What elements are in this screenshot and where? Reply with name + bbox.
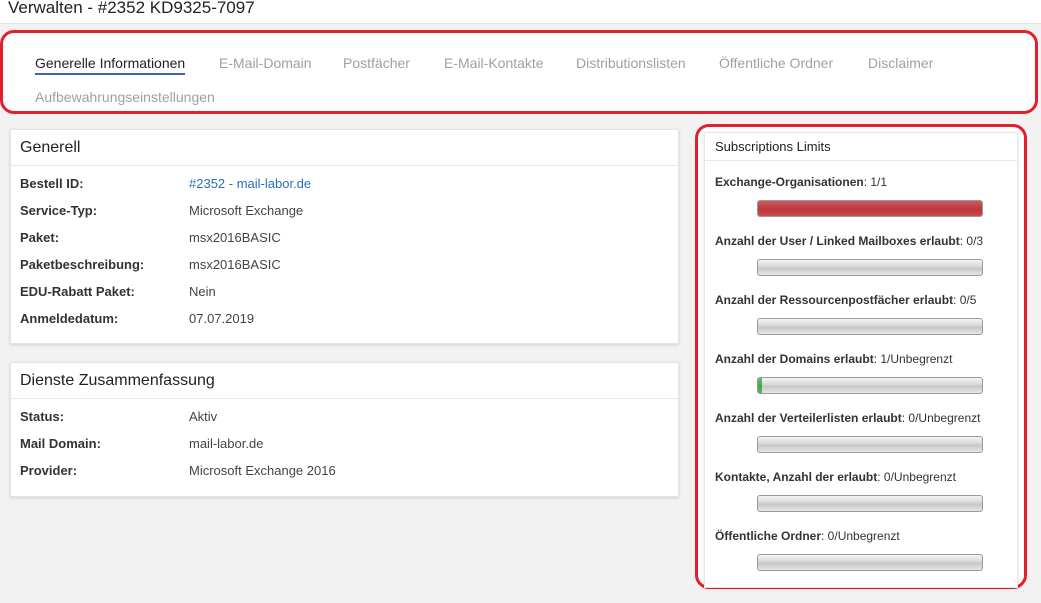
general-key: Service-Typ: [20, 203, 98, 218]
general-card: Generell Bestell ID: #2352 - mail-labor.… [10, 129, 679, 344]
order-id-link[interactable]: #2352 - mail-labor.de [189, 175, 311, 193]
subscriptions-limits-card: Subscriptions Limits Exchange-Organisati… [704, 132, 1018, 588]
limit-name: Öffentliche Ordner [715, 529, 822, 543]
limit-name: Kontakte, Anzahl der erlaubt [715, 470, 878, 484]
tab-postfaecher[interactable]: Postfächer [343, 53, 410, 75]
tab-generelle-informationen[interactable]: Generelle Informationen [35, 53, 186, 75]
general-value: Microsoft Exchange [189, 203, 304, 218]
limit-progress-bar [757, 200, 983, 217]
limit-value: : 0/5 [953, 293, 977, 307]
tab-oeffentliche-ordner[interactable]: Öffentliche Ordner [719, 53, 833, 75]
tab-distributionslisten[interactable]: Distributionslisten [576, 53, 686, 75]
limit-label-ressourcenpostfaecher: Anzahl der Ressourcenpostfächer erlaubt:… [715, 292, 976, 308]
limit-value: : 1/Unbegrenzt [873, 352, 953, 366]
summary-key: Status: [20, 409, 65, 424]
summary-card-title: Dienste Zusammenfassung [11, 363, 678, 399]
limit-label-verteilerlisten: Anzahl der Verteilerlisten erlaubt: 0/Un… [715, 410, 980, 426]
summary-card: Dienste Zusammenfassung Status: Aktiv Ma… [10, 362, 679, 497]
limit-value: : 0/Unbegrenzt [877, 470, 956, 484]
general-value: Nein [189, 284, 216, 299]
summary-value: mail-labor.de [189, 436, 264, 451]
limit-label-oeffentliche-ordner: Öffentliche Ordner: 0/Unbegrenzt [715, 528, 900, 544]
general-card-title: Generell [11, 130, 678, 166]
tab-disclaimer[interactable]: Disclaimer [868, 53, 933, 75]
limit-value: : 0/3 [959, 234, 984, 248]
general-key: Bestell ID: [20, 176, 84, 191]
general-key: Paket: [20, 230, 60, 245]
limit-progress-bar [757, 554, 983, 571]
limit-value: : 0/Unbegrenzt [821, 529, 900, 543]
general-value: 07.07.2019 [189, 311, 255, 326]
summary-value: Microsoft Exchange 2016 [189, 463, 336, 478]
tab-bar: Generelle Informationen E-Mail-Domain Po… [0, 30, 1038, 114]
page-title: Verwalten - #2352 KD9325-7097 [0, 0, 1041, 24]
limit-value: : 1/1 [863, 175, 888, 189]
limit-progress-bar [757, 318, 983, 335]
limit-label-kontakte: Kontakte, Anzahl der erlaubt: 0/Unbegren… [715, 469, 956, 485]
summary-value: Aktiv [189, 409, 218, 424]
limit-name: Anzahl der Verteilerlisten erlaubt [715, 411, 902, 425]
tab-email-domain[interactable]: E-Mail-Domain [219, 53, 312, 75]
limit-name: Anzahl der Domains erlaubt [715, 352, 874, 366]
general-value: msx2016BASIC [189, 257, 281, 272]
limit-progress-bar [757, 495, 983, 512]
limit-value: : 0/Unbegrenzt [901, 411, 981, 425]
general-key: EDU-Rabatt Paket: [20, 284, 135, 299]
summary-key: Mail Domain: [20, 436, 101, 451]
limit-name: Exchange-Organisationen [715, 175, 864, 189]
limit-progress-bar [757, 259, 983, 276]
limit-progress-bar [757, 436, 983, 453]
limits-title: Subscriptions Limits [705, 133, 1017, 161]
limit-name: Anzahl der Ressourcenpostfächer erlaubt [715, 293, 954, 307]
general-value: msx2016BASIC [189, 230, 281, 245]
limit-label-exchange-organisationen: Exchange-Organisationen: 1/1 [715, 174, 887, 190]
general-key: Paketbeschreibung: [20, 257, 145, 272]
limit-progress-bar [757, 377, 983, 394]
limit-label-user-mailboxes: Anzahl der User / Linked Mailboxes erlau… [715, 233, 983, 249]
limit-label-domains: Anzahl der Domains erlaubt: 1/Unbegrenzt [715, 351, 952, 367]
limit-name: Anzahl der User / Linked Mailboxes erlau… [715, 234, 960, 248]
tab-email-kontakte[interactable]: E-Mail-Kontakte [444, 53, 544, 75]
general-key: Anmeldedatum: [20, 311, 119, 326]
tab-aufbewahrungseinstellungen[interactable]: Aufbewahrungseinstellungen [35, 87, 215, 109]
summary-key: Provider: [20, 463, 78, 478]
limit-progress-fill [758, 201, 982, 216]
limit-progress-fill [758, 378, 763, 393]
